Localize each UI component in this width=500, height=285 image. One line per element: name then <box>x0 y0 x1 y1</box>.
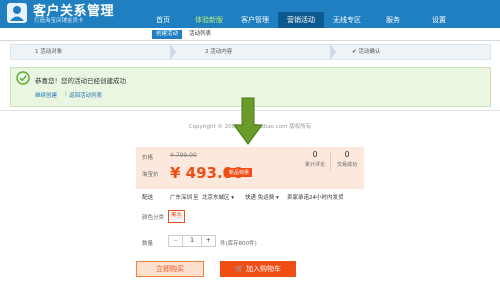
ship-from: 广东深圳 <box>170 195 193 201</box>
cart-icon: 🛒 <box>235 265 244 273</box>
step-progress <box>10 44 491 60</box>
step-label: 活动对象 <box>40 49 63 55</box>
tab-create-campaign[interactable]: 创建活动 <box>152 30 183 39</box>
price-label: 价格 <box>142 155 154 161</box>
step-label: 活动确认 <box>358 49 381 55</box>
deals-count: 0 <box>344 150 350 159</box>
deals-label: 交易成功 <box>336 162 357 168</box>
sub-nav <box>0 28 500 41</box>
ship-to-value: 北京东城区 <box>202 195 230 201</box>
quantity-input[interactable]: 1 <box>183 236 200 246</box>
add-to-cart-button[interactable]: 🛒 加入购物车 <box>220 261 296 277</box>
quantity-plus-button[interactable]: + <box>200 236 215 246</box>
nav-home[interactable]: 首页 <box>140 12 186 28</box>
user-logo-icon <box>7 3 27 23</box>
app-subtitle: 打造淘宝店铺金员卡 <box>34 18 84 24</box>
promo-badge: 新品特惠 <box>226 168 253 177</box>
continue-create-link[interactable]: 继续创建 <box>35 91 57 99</box>
back-to-list-link[interactable]: 返回活动列表 <box>69 91 102 99</box>
shipping-promise: 卖家承诺24小时内发货 <box>287 195 344 201</box>
nav-marketing[interactable]: 营销活动 <box>278 12 324 28</box>
step-3: ✔ 活动确认 <box>352 47 380 55</box>
ship-to-word: 至 <box>193 195 199 201</box>
quantity-stepper: − 1 + <box>168 235 216 247</box>
shipping-label: 配送 <box>142 195 154 201</box>
step-divider <box>330 44 336 60</box>
main-nav: 首页 体验新版 客户管理 营销活动 无线专区 服务 设置 <box>140 12 462 28</box>
dropdown-arrow-icon: ▾ <box>231 195 235 201</box>
check-icon: ✔ <box>352 49 357 55</box>
stock-info: 件(库存800件) <box>220 241 257 247</box>
color-label: 颜色分类 <box>142 215 165 221</box>
link-separator: | <box>65 91 67 97</box>
original-price: ¥ 799.00 <box>170 152 197 159</box>
ship-to-select[interactable]: 北京东城区 ▾ <box>202 193 234 201</box>
reviews-count: 0 <box>312 150 318 159</box>
step-number: 1 <box>35 49 39 55</box>
quantity-label: 数量 <box>142 241 154 247</box>
step-1: 1 活动对象 <box>35 47 62 55</box>
step-2: 2 活动内容 <box>205 47 232 55</box>
nav-customers[interactable]: 客户管理 <box>232 12 278 28</box>
promo-label: 淘宝价 <box>142 172 159 178</box>
nav-wireless[interactable]: 无线专区 <box>324 12 370 28</box>
color-option[interactable]: 黑色 <box>168 210 185 223</box>
dropdown-arrow-icon: ▾ <box>276 195 279 201</box>
buy-now-button[interactable]: 立即购买 <box>136 261 204 277</box>
step-divider <box>170 44 176 60</box>
add-to-cart-label: 加入购物车 <box>245 265 281 273</box>
down-arrow-icon <box>233 97 263 145</box>
step-label: 活动内容 <box>210 49 233 55</box>
nav-service[interactable]: 服务 <box>370 12 416 28</box>
nav-settings[interactable]: 设置 <box>416 12 462 28</box>
quantity-minus-button[interactable]: − <box>169 236 184 246</box>
success-message: 恭喜您！您的活动已经创建成功 <box>35 77 126 85</box>
express-select[interactable]: 快递 免运费 ▾ <box>245 193 279 201</box>
success-check-icon <box>16 71 30 85</box>
express-value: 快递 免运费 <box>245 195 275 201</box>
nav-new-version[interactable]: 体验新版 <box>186 12 232 28</box>
step-number: 2 <box>205 49 209 55</box>
reviews-label[interactable]: 累计评论 <box>300 161 330 168</box>
stat-separator <box>330 152 331 170</box>
tab-campaign-list[interactable]: 活动列表 <box>185 30 215 39</box>
